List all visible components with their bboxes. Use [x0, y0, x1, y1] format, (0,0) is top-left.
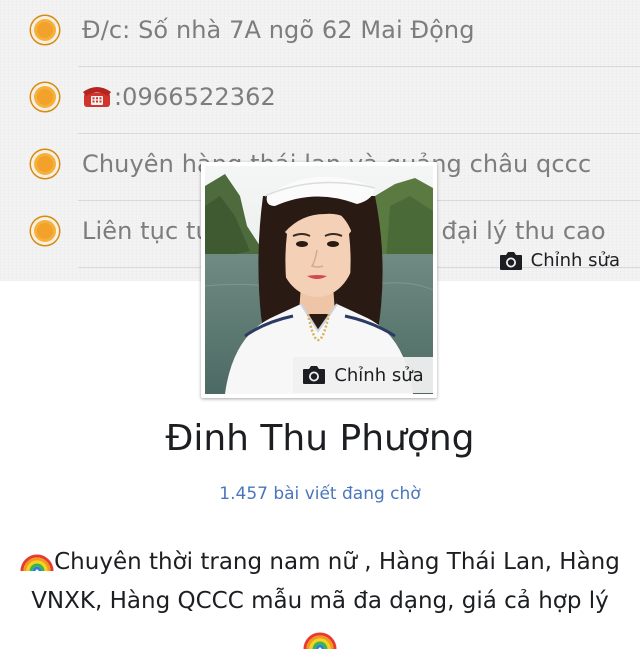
profile-name: Đinh Thu Phượng — [165, 418, 475, 459]
bio-line-3 — [20, 621, 620, 660]
orange-dot-icon — [31, 83, 59, 111]
telephone-icon — [83, 87, 111, 107]
cover-line-phone: :0966522362 — [0, 67, 640, 134]
edit-cover-button[interactable]: Chỉnh sửa — [499, 250, 620, 271]
orange-dot-icon — [31, 16, 59, 44]
pending-posts-link[interactable]: 1.457 bài viết đang chờ — [0, 484, 640, 504]
rainbow-icon — [20, 554, 54, 572]
edit-avatar-button[interactable]: Chỉnh sửa — [293, 357, 433, 393]
phone-text-wrapper: :0966522362 — [82, 83, 276, 111]
profile-bio: Chuyên thời trang nam nữ , Hàng Thái Lan… — [20, 543, 620, 660]
rainbow-icon — [303, 632, 337, 650]
cover-line-address: Đ/c: Số nhà 7A ngõ 62 Mai Động — [0, 0, 640, 67]
camera-icon — [499, 251, 522, 270]
edit-cover-label: Chỉnh sửa — [530, 250, 620, 271]
address-text: Đ/c: Số nhà 7A ngõ 62 Mai Động — [82, 16, 475, 44]
orange-dot-icon — [31, 150, 59, 178]
edit-avatar-label: Chỉnh sửa — [334, 364, 424, 386]
bio-line-2: VNXK, Hàng QCCC mẫu mã đa dạng, giá cả h… — [31, 588, 609, 614]
bio-line-1: Chuyên thời trang nam nữ , Hàng Thái Lan… — [20, 543, 620, 582]
profile-picture[interactable]: Chỉnh sửa — [201, 162, 437, 398]
bio-text-1: Chuyên thời trang nam nữ , Hàng Thái Lan… — [54, 549, 620, 575]
orange-dot-icon — [31, 217, 59, 245]
phone-number: :0966522362 — [114, 83, 276, 111]
camera-icon — [303, 366, 326, 384]
